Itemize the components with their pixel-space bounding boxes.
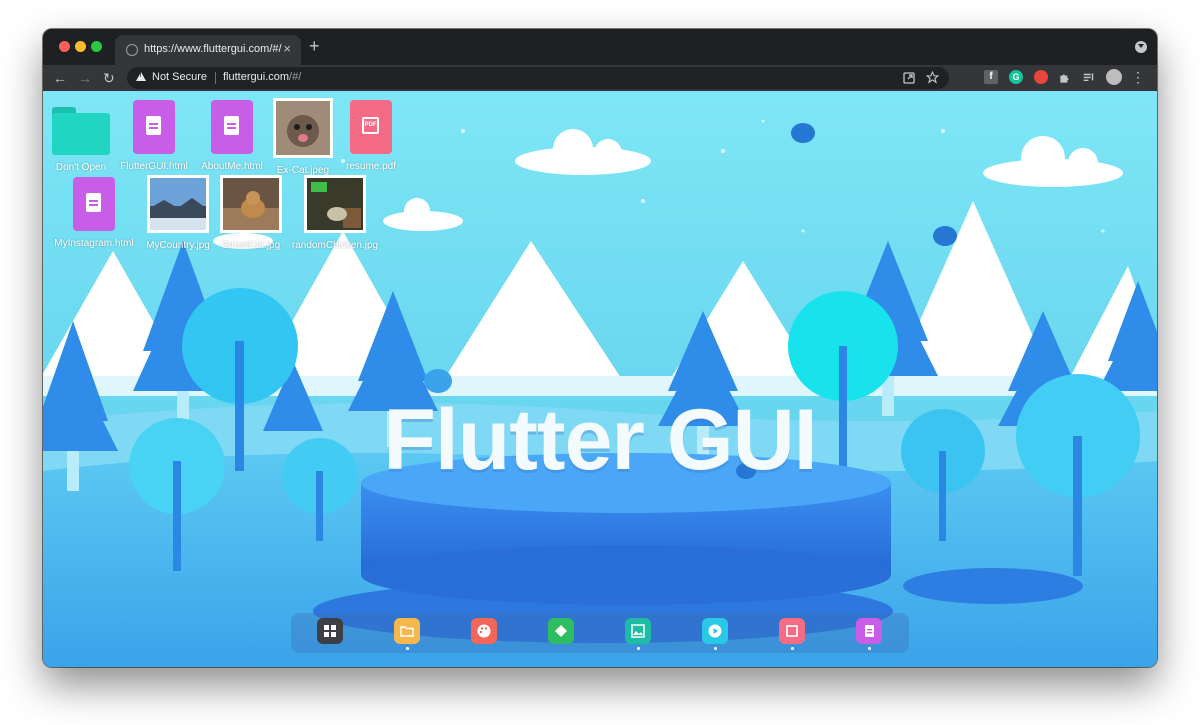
desktop-file-fluttergui-html[interactable]: FlutterGUI.html [109, 100, 199, 172]
grid-apps-icon[interactable] [317, 618, 343, 644]
desktop-file-randomchicken-jpg[interactable]: randomChicken.jpg [290, 175, 380, 251]
folder-icon[interactable] [394, 618, 420, 644]
pdf-badge: PDF [362, 117, 379, 134]
desktop-icon-label: StreetCat.jpg [221, 240, 281, 251]
running-indicator [791, 647, 794, 650]
folder-icon [52, 105, 110, 155]
close-window-button[interactable] [59, 41, 70, 52]
red-extension-icon[interactable] [1034, 70, 1048, 84]
omnibox-divider [215, 72, 216, 84]
url-text[interactable]: fluttergui.com/#/ [223, 71, 301, 83]
html-file-icon [73, 177, 115, 231]
html-file-icon [133, 100, 175, 154]
url-path: /#/ [289, 71, 302, 83]
close-tab-icon[interactable]: × [283, 41, 291, 57]
forward-button[interactable]: → [78, 68, 92, 88]
dock [291, 613, 909, 653]
browser-window: https://www.fluttergui.com/#/ × + ← → ↻ … [43, 29, 1157, 667]
warning-icon[interactable] [136, 72, 146, 81]
security-label[interactable]: Not Secure [152, 71, 207, 83]
desktop-file-streetcat-jpg[interactable]: StreetCat.jpg [206, 175, 296, 251]
maximize-window-button[interactable] [91, 41, 102, 52]
running-indicator [868, 647, 871, 650]
street-cat-photo-thumbnail [220, 175, 282, 233]
reading-list-icon[interactable] [1082, 71, 1096, 85]
minimize-window-button[interactable] [75, 41, 86, 52]
landscape-photo-thumbnail [147, 175, 209, 233]
pdf-file-icon: PDF [350, 100, 392, 154]
desktop-icon-label: resume.pdf [345, 161, 397, 172]
puzzle-extensions-icon[interactable] [1058, 71, 1072, 85]
tab-search-icon[interactable] [1135, 41, 1147, 53]
desktop-icon-label: MyInstagram.html [54, 238, 134, 249]
reload-button[interactable]: ↻ [103, 68, 115, 88]
browser-tab[interactable]: https://www.fluttergui.com/#/ × [115, 35, 301, 65]
tab-strip: https://www.fluttergui.com/#/ × + [43, 29, 1157, 65]
new-tab-button[interactable]: + [309, 37, 320, 55]
play-icon[interactable] [702, 618, 728, 644]
back-button[interactable]: ← [53, 68, 67, 88]
facebook-extension-icon[interactable]: f [984, 70, 998, 84]
desktop-file-resume-pdf[interactable]: PDF resume.pdf [326, 100, 416, 172]
browser-toolbar: ← → ↻ Not Secure fluttergui.com/#/ f G ⋮ [43, 65, 1157, 91]
document-icon[interactable] [856, 618, 882, 644]
running-indicator [714, 647, 717, 650]
flutter-gui-title: Flutter GUI [383, 392, 817, 488]
running-indicator [406, 647, 409, 650]
grammarly-extension-icon[interactable]: G [1009, 70, 1023, 84]
palette-icon[interactable] [471, 618, 497, 644]
address-bar[interactable]: Not Secure fluttergui.com/#/ [127, 67, 949, 89]
open-in-app-icon[interactable] [903, 72, 915, 84]
cat-photo-thumbnail [273, 98, 333, 158]
desktop-icon-label: FlutterGUI.html [120, 161, 188, 172]
tab-title: https://www.fluttergui.com/#/ [144, 43, 282, 55]
image-icon[interactable] [625, 618, 651, 644]
chicken-photo-thumbnail [304, 175, 366, 233]
web-page: Flutter GUI Don't Open FlutterGUI.html A… [43, 91, 1157, 667]
star-icon[interactable] [926, 71, 939, 84]
html-file-icon [211, 100, 253, 154]
desktop-file-myinstagram-html[interactable]: MyInstagram.html [49, 177, 139, 249]
kebab-menu-icon[interactable]: ⋮ [1131, 70, 1145, 84]
globe-icon [126, 44, 138, 56]
profile-avatar[interactable] [1106, 69, 1122, 85]
desktop-icon-label: randomChicken.jpg [291, 240, 379, 251]
gamepad-icon[interactable] [548, 618, 574, 644]
running-indicator [637, 647, 640, 650]
pdf-icon[interactable] [779, 618, 805, 644]
url-domain: fluttergui.com [223, 71, 290, 83]
